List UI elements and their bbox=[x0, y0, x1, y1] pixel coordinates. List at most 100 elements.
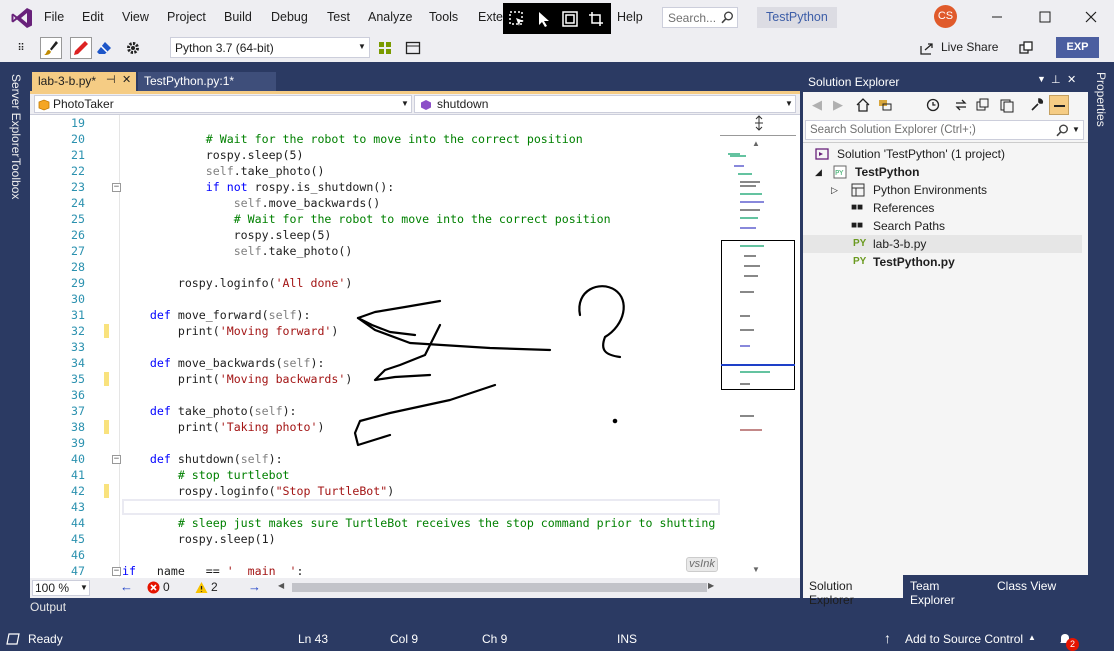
back-icon[interactable]: ◀ bbox=[812, 97, 822, 113]
navigation-bar: PhotoTaker ▼ shutdown ▼ bbox=[30, 94, 800, 115]
previous-issue-arrow-icon[interactable]: ← bbox=[120, 579, 133, 594]
chevron-down-icon: ▼ bbox=[80, 583, 88, 592]
python-env-select[interactable]: Python 3.7 (64-bit) ▼ bbox=[170, 37, 370, 58]
solution-toolbar: ◀ ▶ bbox=[803, 92, 1088, 118]
split-icon[interactable] bbox=[754, 115, 764, 131]
collapse-all-icon[interactable] bbox=[975, 97, 991, 113]
panel-menu-icon[interactable]: ▼ bbox=[1037, 74, 1046, 84]
tab-testpython[interactable]: TestPython.py:1* bbox=[138, 72, 276, 91]
pen-icon[interactable] bbox=[70, 37, 92, 59]
maximize-icon[interactable] bbox=[1038, 10, 1052, 24]
tab-lab-3-b[interactable]: lab-3-b.py* ⊣ ✕ bbox=[32, 72, 136, 91]
error-count[interactable]: 0 bbox=[163, 580, 170, 594]
overview-viewport[interactable] bbox=[721, 240, 795, 390]
menu-test[interactable]: Test bbox=[327, 10, 350, 24]
layout-icon[interactable] bbox=[402, 37, 424, 59]
chevron-down-icon[interactable]: ▼ bbox=[1072, 125, 1080, 134]
solution-search-input[interactable]: Search Solution Explorer (Ctrl+;) ▼ bbox=[805, 120, 1084, 140]
home-icon[interactable] bbox=[855, 97, 871, 113]
menu-debug[interactable]: Debug bbox=[271, 10, 308, 24]
tab-team-explorer[interactable]: Team Explorer bbox=[905, 575, 991, 607]
next-issue-arrow-icon[interactable]: → bbox=[248, 579, 261, 594]
user-avatar[interactable]: CS bbox=[934, 5, 957, 28]
scroll-down-arrow-icon[interactable]: ▼ bbox=[752, 565, 760, 574]
code-overview-map[interactable]: ▼ ▲ bbox=[720, 115, 796, 577]
horizontal-scrollbar[interactable] bbox=[292, 583, 707, 592]
toolbar-grip-icon: ⠿ bbox=[17, 42, 25, 54]
search-icon bbox=[1056, 124, 1068, 137]
menu-file[interactable]: File bbox=[44, 10, 64, 24]
member-dropdown[interactable]: shutdown ▼ bbox=[414, 95, 796, 113]
output-tab[interactable]: Output bbox=[30, 600, 90, 622]
menu-extensions[interactable]: Exte bbox=[478, 10, 503, 24]
minimap-line bbox=[740, 315, 750, 317]
tab-toolbox[interactable]: Toolbox bbox=[9, 158, 23, 199]
minimize-icon[interactable] bbox=[990, 10, 1004, 24]
warning-count[interactable]: 2 bbox=[211, 580, 218, 594]
tab-server-explorer[interactable]: Server Explorer bbox=[9, 74, 23, 157]
scroll-right-arrow-icon[interactable]: ▶ bbox=[708, 581, 714, 590]
crop-icon[interactable] bbox=[587, 10, 605, 28]
history-icon[interactable] bbox=[925, 97, 941, 113]
tab-class-view[interactable]: Class View bbox=[992, 575, 1062, 598]
svg-text:PY: PY bbox=[835, 169, 844, 177]
expanded-arrow-icon[interactable]: ◢ bbox=[815, 163, 822, 181]
preview-selected-toggle[interactable] bbox=[1049, 95, 1069, 115]
brush-icon[interactable] bbox=[40, 37, 62, 59]
method-icon bbox=[421, 100, 431, 110]
eraser-icon[interactable] bbox=[93, 37, 115, 59]
ink-annotation-layer bbox=[353, 285, 625, 447]
tree-label: Search Paths bbox=[873, 219, 946, 233]
menu-project[interactable]: Project bbox=[167, 10, 206, 24]
document-tabs: lab-3-b.py* ⊣ ✕ TestPython.py:1* bbox=[30, 70, 800, 91]
python-project-icon: PY bbox=[833, 165, 847, 179]
class-dropdown-label: PhotoTaker bbox=[53, 97, 114, 111]
add-to-source-control-button[interactable]: Add to Source Control bbox=[905, 632, 1023, 646]
close-window-icon[interactable] bbox=[1084, 10, 1098, 24]
gear-icon[interactable] bbox=[122, 37, 144, 59]
up-arrow-icon: ↑ bbox=[884, 630, 891, 646]
tree-file-lab-3-b[interactable]: PY lab-3-b.py bbox=[803, 235, 1082, 253]
menu-edit[interactable]: Edit bbox=[82, 10, 104, 24]
zoom-select[interactable]: 100 % ▼ bbox=[32, 580, 90, 596]
close-tab-icon[interactable]: ✕ bbox=[122, 73, 131, 86]
collapsed-arrow-icon[interactable]: ▷ bbox=[831, 181, 838, 199]
minimap-line bbox=[740, 415, 754, 417]
tree-label: Python Environments bbox=[873, 183, 988, 197]
sync-icon[interactable] bbox=[953, 97, 969, 113]
overview-divider bbox=[720, 135, 796, 136]
tree-label: Solution 'TestPython' (1 project) bbox=[837, 147, 1005, 161]
chevron-up-icon[interactable]: ▲ bbox=[1028, 633, 1036, 642]
tab-solution-explorer[interactable]: Solution Explorer bbox=[803, 575, 903, 607]
forward-icon[interactable]: ▶ bbox=[833, 97, 843, 113]
pin-icon[interactable]: ⊣ bbox=[106, 73, 116, 86]
menu-build[interactable]: Build bbox=[224, 10, 252, 24]
cursor-icon[interactable] bbox=[535, 10, 553, 28]
select-ink-icon[interactable] bbox=[508, 10, 526, 28]
minimap-line bbox=[740, 345, 750, 347]
menu-help[interactable]: Help bbox=[617, 10, 643, 24]
scroll-up-arrow-icon[interactable]: ▲ bbox=[752, 139, 760, 148]
warning-icon bbox=[195, 582, 208, 593]
error-icon bbox=[147, 581, 160, 594]
menu-analyze[interactable]: Analyze bbox=[368, 10, 412, 24]
solution-explorer-panel: Solution Explorer ▼ ⊥ ✕ ◀ ▶ Search Solut… bbox=[803, 70, 1088, 607]
env-manager-icon[interactable] bbox=[374, 37, 396, 59]
search-box[interactable]: Search... bbox=[662, 7, 738, 28]
frame-icon[interactable] bbox=[561, 10, 579, 28]
feedback-icon[interactable] bbox=[1018, 40, 1034, 56]
menu-view[interactable]: View bbox=[122, 10, 149, 24]
menu-tools[interactable]: Tools bbox=[429, 10, 458, 24]
class-dropdown[interactable]: PhotoTaker ▼ bbox=[34, 95, 412, 113]
close-panel-icon[interactable]: ✕ bbox=[1067, 73, 1076, 86]
tab-properties[interactable]: Properties bbox=[1094, 72, 1108, 127]
properties-wrench-icon[interactable] bbox=[1029, 97, 1045, 113]
python-file-icon: PY bbox=[853, 238, 867, 249]
solution-explorer-title: Solution Explorer bbox=[808, 75, 900, 89]
pin-icon[interactable]: ⊥ bbox=[1051, 73, 1061, 86]
live-share-button[interactable]: Live Share bbox=[941, 40, 998, 54]
switch-views-icon[interactable] bbox=[877, 97, 893, 113]
status-ready: Ready bbox=[28, 632, 63, 646]
show-all-files-icon[interactable] bbox=[999, 97, 1015, 113]
scroll-left-arrow-icon[interactable]: ◀ bbox=[278, 581, 284, 590]
